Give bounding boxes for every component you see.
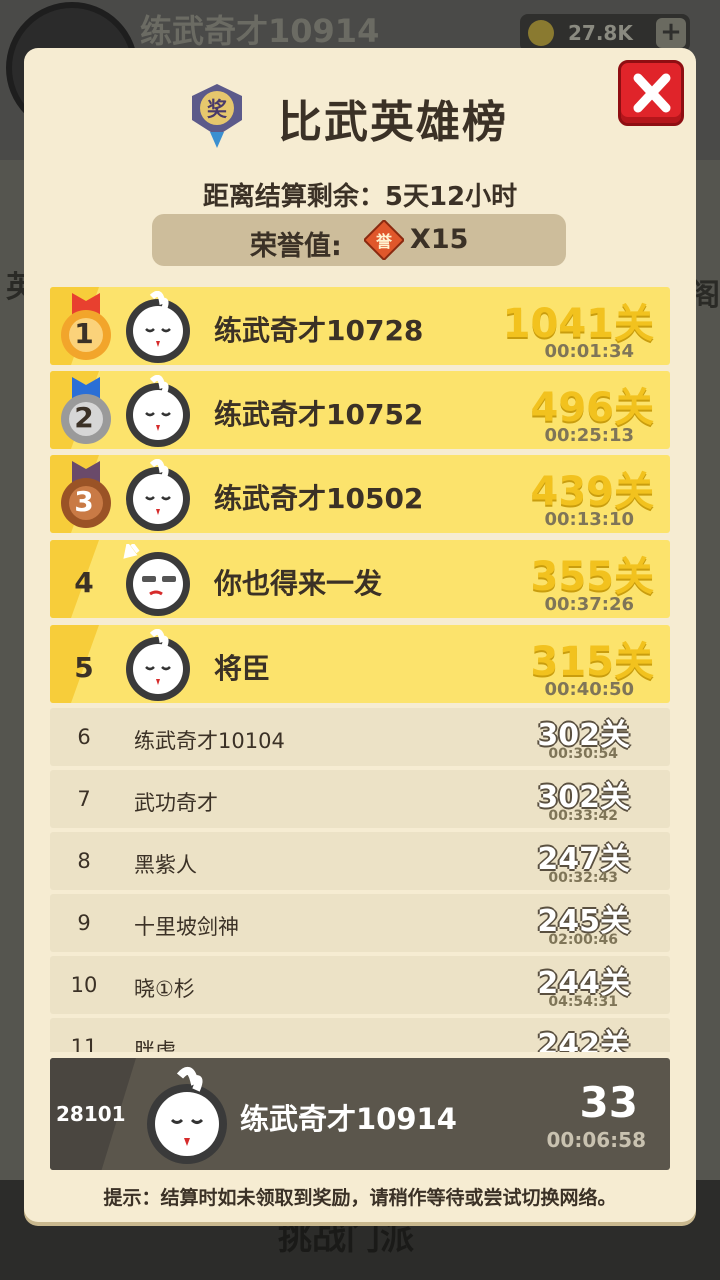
page-title: 比武英雄榜	[278, 97, 508, 148]
honor-token-icon: 誉	[364, 220, 404, 260]
player-time: 02:00:46	[548, 932, 618, 948]
player-score: 242关	[537, 1028, 630, 1052]
player-name: 练武奇才10752	[214, 398, 424, 431]
leaderboard-row-4[interactable]: 4 你也得来一发 355关 00:37:26	[50, 540, 670, 618]
my-score: 33	[579, 1078, 638, 1127]
list-item[interactable]: 7 武功奇才 302关 00:33:42	[50, 770, 670, 828]
background-player-name: 练武奇才10914	[140, 12, 380, 50]
player-time: 00:40:50	[544, 679, 634, 700]
rank-number: 1	[74, 317, 94, 350]
player-name: 武功奇才	[134, 791, 218, 815]
close-icon	[633, 73, 671, 113]
player-time: 00:37:26	[544, 594, 634, 615]
player-time: 00:30:54	[548, 746, 618, 762]
player-time: 00:25:13	[544, 425, 634, 446]
player-time: 04:54:31	[548, 994, 618, 1010]
my-player-name: 练武奇才10914	[240, 1102, 457, 1136]
list-item[interactable]: 6 练武奇才10104 302关 00:30:54	[50, 708, 670, 766]
honor-value: X15	[410, 224, 469, 255]
honor-value-bar: 荣誉值: 誉 X15	[152, 214, 566, 266]
rank-number: 2	[74, 401, 94, 434]
avatar	[126, 459, 190, 531]
my-avatar	[147, 1066, 227, 1164]
player-name: 你也得来一发	[214, 567, 383, 600]
list-item[interactable]: 11 胖虎 242关	[50, 1018, 670, 1052]
honor-label: 荣誉值:	[250, 231, 342, 262]
close-button[interactable]	[618, 60, 684, 126]
svg-text:誉: 誉	[375, 232, 393, 251]
player-name: 黑紫人	[134, 853, 197, 877]
avatar	[126, 291, 190, 363]
rank-number: 10	[70, 973, 98, 997]
rank-number: 4	[74, 566, 94, 599]
player-time: 00:01:34	[544, 341, 634, 362]
my-time: 00:06:58	[546, 1128, 647, 1152]
leaderboard-row-2[interactable]: 2 练武奇才10752 496关 00:25:13	[50, 371, 670, 449]
leaderboard-row-5[interactable]: 5 将臣 315关 00:40:50	[50, 625, 670, 703]
player-name: 晓①杉	[134, 977, 195, 1001]
rank-number: 9	[77, 911, 91, 935]
player-name: 将臣	[214, 652, 271, 685]
rank-number: 6	[77, 725, 91, 749]
player-time: 00:33:42	[548, 808, 618, 824]
list-item[interactable]: 9 十里坡剑神 245关 02:00:46	[50, 894, 670, 952]
rank-number: 8	[77, 849, 91, 873]
tip-text: 提示：结算时如未领取到奖励，请稍作等待或尝试切换网络。	[103, 1187, 617, 1209]
coin-amount: 27.8K	[568, 21, 633, 45]
rank-number: 11	[70, 1035, 98, 1052]
award-badge-icon: 奖	[192, 84, 242, 148]
rank-number: 3	[74, 485, 94, 518]
coin-icon	[528, 20, 554, 46]
avatar	[126, 375, 190, 447]
player-name: 练武奇才10502	[214, 482, 424, 515]
leaderboard-list[interactable]: 6 练武奇才10104 302关 00:30:54 7 武功奇才 302关 00…	[0, 706, 720, 1052]
rank-number: 5	[74, 651, 94, 684]
leaderboard-row-3[interactable]: 3 练武奇才10502 439关 00:13:10	[50, 455, 670, 533]
settlement-countdown: 距离结算剩余：5天12小时	[202, 182, 518, 212]
player-name: 练武奇才10104	[134, 729, 285, 753]
add-coins-icon: +	[656, 18, 686, 48]
avatar	[123, 544, 190, 616]
my-rank-row: 28101 练武奇才10914 33 00:06:58	[50, 1058, 670, 1170]
svg-text:奖: 奖	[207, 97, 228, 121]
player-name: 胖虎	[134, 1039, 176, 1052]
player-time: 00:13:10	[544, 509, 634, 530]
rank-number: 7	[77, 787, 91, 811]
list-item[interactable]: 8 黑紫人 247关 00:32:43	[50, 832, 670, 890]
player-time: 00:32:43	[548, 870, 618, 886]
player-name: 十里坡剑神	[134, 915, 239, 939]
avatar	[126, 629, 190, 701]
my-rank-number: 28101	[56, 1102, 126, 1126]
leaderboard-row-1[interactable]: 1 练武奇才10728 1041关 00:01:34	[50, 287, 670, 365]
player-name: 练武奇才10728	[214, 314, 424, 347]
list-item[interactable]: 10 晓①杉 244关 04:54:31	[50, 956, 670, 1014]
background-coin-counter: 27.8K +	[520, 14, 690, 52]
